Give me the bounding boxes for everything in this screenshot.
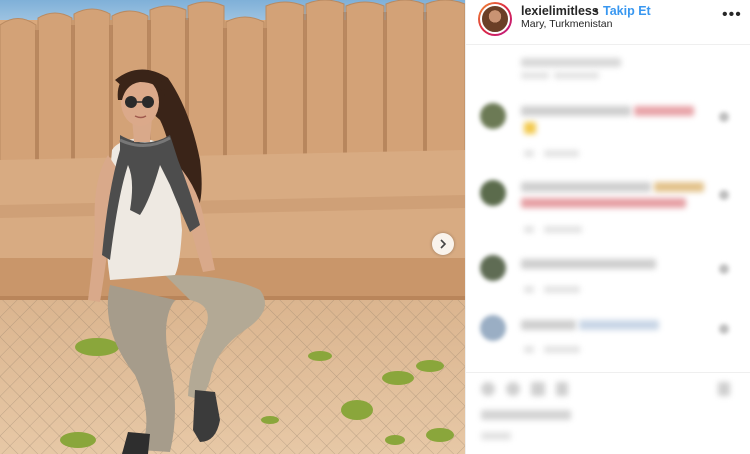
blurred-emoji: [524, 122, 536, 134]
blurred-text: [554, 72, 599, 79]
post-photo[interactable]: [0, 0, 465, 454]
more-horizontal-icon[interactable]: •••: [722, 6, 742, 24]
blurred-text: [521, 198, 686, 208]
blurred-text: [544, 150, 579, 157]
blurred-text: [521, 259, 656, 269]
blurred-text: [524, 226, 534, 233]
comment-avatar[interactable]: [480, 255, 506, 281]
photo-illustration: [0, 0, 465, 454]
blurred-text: [634, 106, 694, 116]
comment-avatar[interactable]: [480, 103, 506, 129]
post-side-panel: lexielimitless • Takip Et Mary, Turkmeni…: [465, 0, 750, 454]
share-icon[interactable]: [531, 382, 545, 396]
blurred-text: [521, 320, 576, 330]
heart-icon[interactable]: [719, 190, 729, 200]
blurred-text: [524, 346, 534, 353]
bookmark-icon[interactable]: [718, 382, 730, 396]
location-link[interactable]: Mary, Turkmenistan: [521, 18, 612, 30]
blurred-text: [521, 106, 631, 116]
blurred-text: [654, 182, 704, 192]
share-icon[interactable]: [556, 382, 568, 396]
avatar-image: [480, 4, 510, 34]
separator-dot: •: [594, 4, 599, 18]
post-date: [481, 432, 511, 440]
comment-avatar[interactable]: [480, 180, 506, 206]
chevron-right-icon: [440, 239, 447, 249]
blurred-text: [521, 72, 549, 79]
blurred-text: [521, 182, 651, 192]
actions-divider: [466, 372, 750, 373]
carousel-next-button[interactable]: [432, 233, 454, 255]
heart-icon[interactable]: [719, 112, 729, 122]
blurred-text: [524, 150, 534, 157]
blurred-text: [544, 346, 580, 353]
heart-icon[interactable]: [481, 382, 495, 396]
username-link[interactable]: lexielimitless: [521, 4, 599, 18]
comment-avatar[interactable]: [480, 315, 506, 341]
blurred-text: [521, 58, 621, 67]
avatar[interactable]: [478, 2, 512, 36]
blurred-text: [524, 286, 534, 293]
blurred-text: [544, 286, 580, 293]
comment-icon[interactable]: [506, 382, 520, 396]
likes-count[interactable]: [481, 410, 571, 420]
heart-icon[interactable]: [719, 264, 729, 274]
blurred-text: [544, 226, 582, 233]
heart-icon[interactable]: [719, 324, 729, 334]
blurred-text: [579, 320, 659, 330]
post-header: lexielimitless • Takip Et Mary, Turkmeni…: [466, 0, 750, 45]
instagram-post-view: lexielimitless • Takip Et Mary, Turkmeni…: [0, 0, 750, 454]
follow-button[interactable]: Takip Et: [603, 4, 651, 18]
